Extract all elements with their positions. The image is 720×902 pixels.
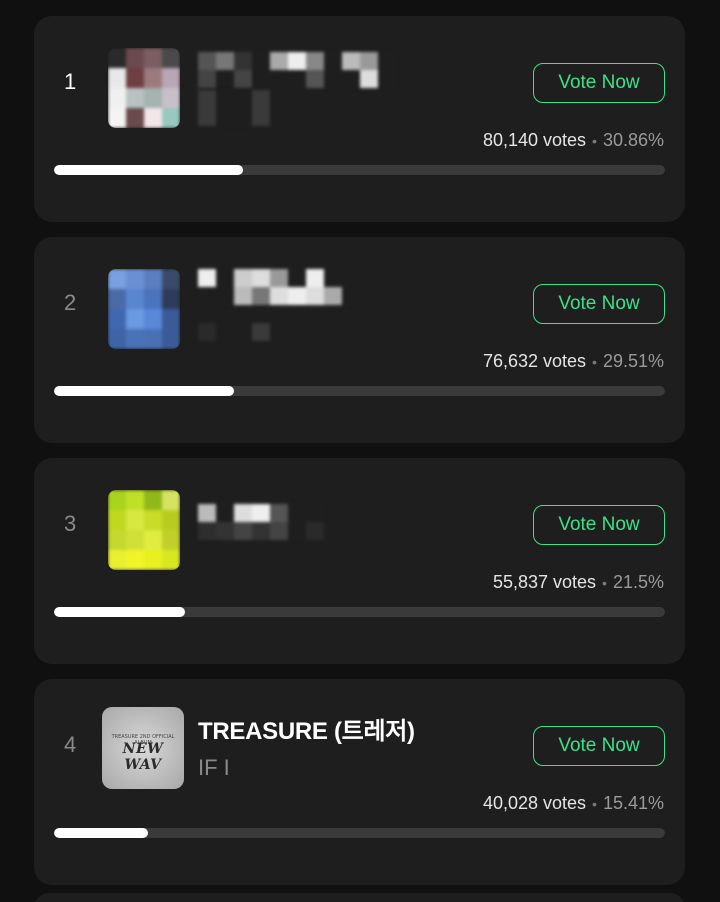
vote-progress-fill (54, 386, 235, 396)
vote-progress-bar (54, 828, 665, 838)
vote-count: 76,632 votes (482, 351, 587, 371)
vote-progress-bar (54, 165, 665, 175)
album-cover-image: TREASURE 2ND OFFICIAL ALBUM NEW WAV (102, 707, 184, 789)
censored-album-thumbnail (108, 490, 180, 570)
vote-count: 80,140 votes (482, 130, 587, 150)
vote-progress-fill (54, 165, 243, 175)
vote-progress-bar (54, 607, 665, 617)
vote-stats: 55,837 votes • 21.5% (493, 572, 664, 593)
vote-ranking-page: 1 Vote Now 80,140 votes • 30.86% 2 Vote … (0, 0, 720, 902)
vote-now-button[interactable]: Vote Now (533, 284, 665, 324)
vote-stats: 40,028 votes • 15.41% (483, 793, 664, 814)
ranking-card-3: 3 Vote Now 55,837 votes • 21.5% (34, 458, 685, 664)
separator-dot: • (602, 575, 607, 591)
vote-progress-bar (54, 386, 665, 396)
rank-number: 3 (64, 511, 77, 536)
vote-now-button[interactable]: Vote Now (533, 505, 665, 545)
separator-dot: • (592, 354, 597, 370)
censored-title (198, 52, 396, 88)
vote-stats: 80,140 votes • 30.86% (483, 130, 664, 151)
vote-count: 40,028 votes (482, 793, 587, 813)
vote-percentage: 30.86% (602, 130, 664, 150)
separator-dot: • (592, 796, 597, 812)
vote-percentage: 15.41% (602, 793, 664, 813)
ranking-card-partial (34, 893, 685, 902)
ranking-card-1: 1 Vote Now 80,140 votes • 30.86% (34, 16, 685, 222)
vote-now-button[interactable]: Vote Now (533, 63, 665, 103)
censored-album-thumbnail (108, 269, 180, 349)
vote-stats: 76,632 votes • 29.51% (483, 351, 664, 372)
vote-percentage: 29.51% (602, 351, 664, 371)
rank-number: 2 (64, 290, 77, 315)
rank-number: 1 (64, 69, 77, 94)
vote-progress-fill (54, 828, 149, 838)
censored-album-thumbnail (108, 48, 180, 128)
censored-subtitle (198, 323, 270, 341)
censored-title (198, 269, 378, 305)
separator-dot: • (592, 133, 597, 149)
vote-count: 55,837 votes (492, 572, 597, 592)
vote-progress-fill (54, 607, 186, 617)
rank-number: 4 (64, 732, 77, 757)
censored-title (198, 504, 324, 540)
song-title: IF I (198, 755, 230, 780)
censored-subtitle (198, 90, 270, 126)
ranking-card-2: 2 Vote Now 76,632 votes • 29.51% (34, 237, 685, 443)
artist-name: TREASURE (트레저) (198, 718, 415, 745)
ranking-card-4: 4 TREASURE 2ND OFFICIAL ALBUM NEW WAV TR… (34, 679, 685, 885)
vote-percentage: 21.5% (612, 572, 664, 592)
vote-now-button[interactable]: Vote Now (533, 726, 665, 766)
album-cover-title: NEW WAV (122, 741, 164, 773)
